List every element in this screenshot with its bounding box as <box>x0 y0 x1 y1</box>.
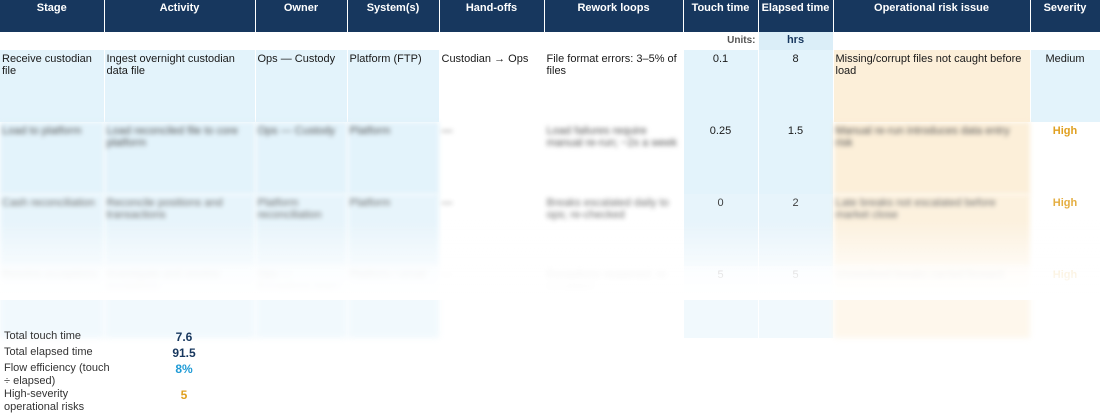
cell-rework[interactable]: Breaks escalated daily to ops; re-checke… <box>544 194 684 266</box>
cell-owner[interactable]: Platform reconciliation <box>255 194 348 266</box>
cell-severity[interactable]: Medium <box>1030 50 1100 122</box>
cell-elapsed[interactable]: 2 <box>758 194 834 266</box>
cell-severity[interactable]: High <box>1030 194 1100 266</box>
cell-stage[interactable]: Resolve exceptions <box>0 266 105 338</box>
cell-elapsed[interactable]: 1.5 <box>758 122 834 194</box>
col-header-owner[interactable]: Owner <box>255 0 348 32</box>
cell-risk[interactable]: Missing/corrupt files not caught before … <box>833 50 1031 122</box>
cell-severity[interactable]: High <box>1030 266 1100 338</box>
cell-risk[interactable]: Late breaks not escalated before market … <box>833 194 1031 266</box>
summary-label: High-severity operational risks <box>4 388 85 413</box>
summary-label: Total elapsed time <box>4 346 93 358</box>
col-header-touch[interactable]: Touch time <box>683 0 759 32</box>
cell-handoffs[interactable]: — <box>439 194 545 266</box>
cell-stage[interactable]: Cash reconciliation <box>0 194 105 266</box>
cell-owner[interactable]: Ops — Custody <box>255 50 348 122</box>
summary-label: Flow efficiency (touch ÷ elapsed) <box>4 362 110 387</box>
cell-elapsed[interactable]: 5 <box>758 266 834 338</box>
cell-touch[interactable]: 0 <box>683 194 759 266</box>
cell-owner[interactable]: Ops — Exceptions team <box>255 266 348 338</box>
header-row: Stage Activity Owner System(s) Hand-offs… <box>0 0 1100 32</box>
col-header-risk[interactable]: Operational risk issue <box>833 0 1031 32</box>
cell-activity[interactable]: Reconcile positions and transactions <box>104 194 256 266</box>
cell-stage[interactable]: Load to platform <box>0 122 105 194</box>
col-header-elapsed[interactable]: Elapsed time <box>758 0 834 32</box>
table-row: Receive custodian file Ingest overnight … <box>0 50 1100 122</box>
cell-touch[interactable]: 0.25 <box>683 122 759 194</box>
units-value[interactable]: hrs <box>758 32 834 50</box>
cell-activity[interactable]: Investigate and resolve exceptions <box>104 266 256 338</box>
col-header-systems[interactable]: System(s) <box>347 0 440 32</box>
summary-row-total-elapsed: Total elapsed time 91.5 <box>4 346 224 362</box>
cell-rework[interactable]: Exceptions reopened; re-escalated <box>544 266 684 338</box>
cell-owner[interactable]: Ops — Custody <box>255 122 348 194</box>
col-header-severity[interactable]: Severity <box>1030 0 1100 32</box>
cell-touch[interactable]: 5 <box>683 266 759 338</box>
cell-touch[interactable]: 0.1 <box>683 50 759 122</box>
cell-activity[interactable]: Load reconciled file to core platform <box>104 122 256 194</box>
cell-activity[interactable]: Ingest overnight custodian data file <box>104 50 256 122</box>
col-header-stage[interactable]: Stage <box>0 0 105 32</box>
cell-systems[interactable]: Platform (FTP) <box>347 50 440 122</box>
col-header-activity[interactable]: Activity <box>104 0 256 32</box>
cell-rework[interactable]: Load failures require manual re-run; ~2x… <box>544 122 684 194</box>
total-touch-value[interactable]: 7.6 <box>169 330 199 344</box>
cell-handoffs[interactable]: — <box>439 266 545 338</box>
units-row: Units: hrs <box>0 32 1100 50</box>
cell-rework[interactable]: File format errors: 3–5% of files <box>544 50 684 122</box>
high-severity-value[interactable]: 5 <box>169 388 199 402</box>
table-row: Cash reconciliation Reconcile positions … <box>0 194 1100 266</box>
table-row: Load to platform Load reconciled file to… <box>0 122 1100 194</box>
cell-systems[interactable]: Platform <box>347 122 440 194</box>
summary-label: Total touch time <box>4 330 82 342</box>
col-header-handoffs[interactable]: Hand-offs <box>439 0 545 32</box>
summary-row-flow-efficiency: Flow efficiency (touch ÷ elapsed) 8% <box>4 362 224 388</box>
cell-systems[interactable]: Platform <box>347 194 440 266</box>
cell-handoffs[interactable]: Custodian → Ops <box>439 50 545 122</box>
flow-efficiency-value[interactable]: 8% <box>169 362 199 376</box>
units-label: Units: <box>683 32 759 50</box>
total-elapsed-value[interactable]: 91.5 <box>169 346 199 360</box>
col-header-rework[interactable]: Rework loops <box>544 0 684 32</box>
table-row: Resolve exceptions Investigate and resol… <box>0 266 1100 338</box>
summary-row-high-severity: High-severity operational risks 5 <box>4 388 224 414</box>
summary-panel: Total touch time 7.6 Total elapsed time … <box>4 330 224 414</box>
cell-risk[interactable]: Unresolved breaks carried forward <box>833 266 1031 338</box>
cell-severity[interactable]: High <box>1030 122 1100 194</box>
value-stream-table: Stage Activity Owner System(s) Hand-offs… <box>0 0 1100 338</box>
cell-risk[interactable]: Manual re-run introduces data entry risk <box>833 122 1031 194</box>
cell-handoffs[interactable]: — <box>439 122 545 194</box>
cell-systems[interactable]: Platform / email <box>347 266 440 338</box>
summary-row-total-touch: Total touch time 7.6 <box>4 330 224 346</box>
cell-stage[interactable]: Receive custodian file <box>0 50 105 122</box>
cell-elapsed[interactable]: 8 <box>758 50 834 122</box>
